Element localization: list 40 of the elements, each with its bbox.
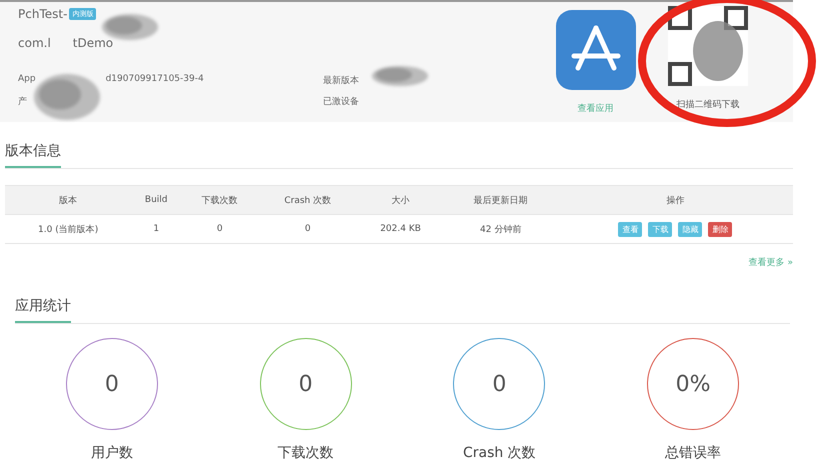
stat-ring: 0 <box>453 338 546 430</box>
bundle-id: com.l <box>18 36 51 50</box>
stat-ring: 0% <box>647 338 740 430</box>
table-cell: 0 <box>258 214 358 244</box>
qr-caption: 扫描二维码下载 <box>676 98 740 111</box>
app-id: d190709917105-39-4 <box>106 74 204 86</box>
table-cell: 0 <box>181 214 258 244</box>
table-cell: 1 <box>131 214 182 244</box>
column-header: 最后更新日期 <box>444 186 558 214</box>
column-header: 下载次数 <box>181 186 258 214</box>
bundle-id: tDemo <box>72 36 114 50</box>
column-header: Crash 次数 <box>258 186 358 214</box>
section-title: 版本信息 <box>5 142 61 168</box>
table-cell: 42 分钟前 <box>444 214 558 244</box>
scribble-drawing <box>370 64 430 88</box>
stat-ring: 0 <box>66 338 158 430</box>
stat-label: Crash 次数 <box>463 444 536 462</box>
view-app-link[interactable]: 查看应用 <box>578 102 614 115</box>
table-cell: 202.4 KB <box>357 214 444 244</box>
column-header: 大小 <box>357 186 444 214</box>
field-label: 最新版本 <box>323 74 359 87</box>
action-button[interactable]: 删除 <box>708 222 732 236</box>
column-header: Build <box>131 186 182 214</box>
view-more-link[interactable]: 查看更多 » <box>748 258 793 268</box>
field-label: App <box>18 74 36 86</box>
stat-ring: 0 <box>260 338 352 430</box>
app-name: PchTest- <box>18 7 68 21</box>
action-button[interactable]: 下载 <box>648 222 672 236</box>
field-label: 产 <box>18 96 27 108</box>
field-label: 已激设备 <box>323 96 359 108</box>
stat-label: 用户数 <box>90 444 133 462</box>
column-header: 版本 <box>5 186 132 214</box>
action-button[interactable]: 隐藏 <box>678 222 702 236</box>
column-header: 操作 <box>558 186 793 214</box>
stat-label: 下载次数 <box>278 444 334 462</box>
app-store-icon[interactable] <box>556 10 636 90</box>
section-title: 应用统计 <box>15 297 71 323</box>
stat-label: 总错误率 <box>665 444 722 462</box>
action-button[interactable]: 查看 <box>618 222 642 236</box>
table-cell: 1.0 (当前版本) <box>5 214 132 244</box>
